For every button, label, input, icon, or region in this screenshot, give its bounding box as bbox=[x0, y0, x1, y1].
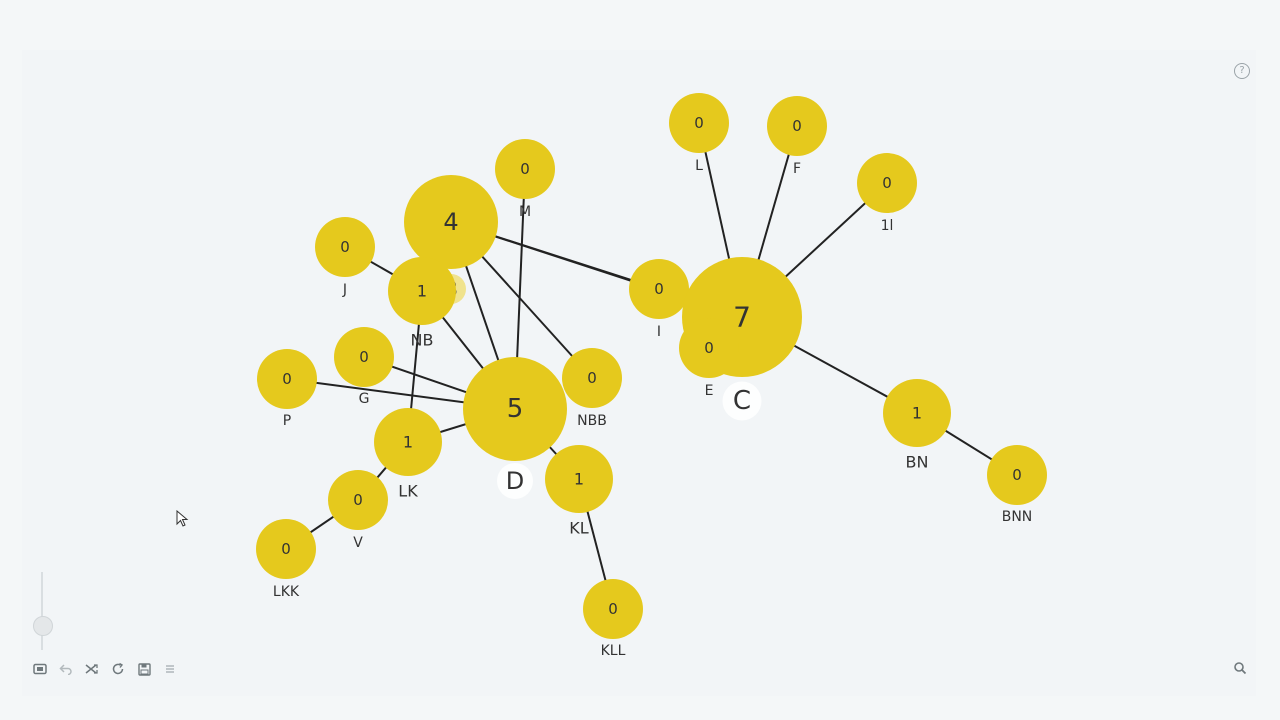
node-value: 5 bbox=[507, 394, 524, 424]
undo-icon[interactable] bbox=[58, 660, 74, 678]
node-J[interactable]: 0J bbox=[315, 217, 375, 298]
node-value: 0 bbox=[792, 117, 802, 135]
node-label: KLL bbox=[601, 643, 626, 659]
node-value: 0 bbox=[694, 114, 704, 132]
node-label: V bbox=[353, 535, 363, 551]
node-label: LKK bbox=[273, 584, 300, 600]
node-label: BN bbox=[906, 453, 929, 472]
node-L[interactable]: 0L bbox=[669, 93, 729, 174]
node-label: I bbox=[657, 324, 661, 340]
node-label: E bbox=[705, 383, 714, 399]
node-BNN[interactable]: 0 BNN bbox=[987, 445, 1047, 525]
node-value: 0 bbox=[353, 491, 363, 509]
node-value: 0 bbox=[882, 174, 892, 192]
save-icon[interactable] bbox=[136, 660, 152, 678]
fit-screen-icon[interactable] bbox=[32, 660, 48, 678]
node-value: 0 bbox=[608, 600, 618, 618]
node-LKK[interactable]: 0 LKK bbox=[256, 519, 316, 600]
node-BN[interactable]: 1 BN bbox=[883, 379, 951, 472]
node-value: 0 bbox=[704, 339, 714, 357]
node-1l[interactable]: 0 1l bbox=[857, 153, 917, 234]
node-KLL[interactable]: 0 KLL bbox=[583, 579, 643, 659]
node-label: F bbox=[793, 161, 801, 177]
node-label: L bbox=[695, 158, 703, 174]
node-label: J bbox=[342, 282, 347, 298]
zoom-slider[interactable] bbox=[33, 572, 53, 652]
node-KL[interactable]: 1 KL bbox=[545, 445, 613, 538]
node-label: C bbox=[733, 386, 751, 416]
node-label: 1l bbox=[881, 218, 894, 234]
node-V[interactable]: 0V bbox=[328, 470, 388, 551]
shuffle-icon[interactable] bbox=[84, 660, 100, 678]
node-value: 0 bbox=[587, 369, 597, 387]
node-label: P bbox=[283, 413, 291, 429]
node-label: M bbox=[519, 204, 531, 220]
node-value: 0 bbox=[282, 370, 292, 388]
node-value: 4 bbox=[443, 208, 458, 236]
list-icon[interactable] bbox=[162, 660, 178, 678]
node-value: 0 bbox=[281, 540, 291, 558]
node-M[interactable]: 0M bbox=[495, 139, 555, 220]
node-label: LK bbox=[398, 482, 418, 501]
node-G[interactable]: 0G bbox=[334, 327, 394, 407]
zoom-track bbox=[41, 572, 43, 650]
node-value: 7 bbox=[733, 301, 751, 334]
node-value: 1 bbox=[912, 404, 922, 423]
node-label: NBB bbox=[577, 413, 607, 429]
node-value: 1 bbox=[417, 282, 427, 301]
help-button[interactable]: ? bbox=[1234, 63, 1250, 79]
node-NB[interactable]: 1 NB bbox=[388, 257, 456, 350]
refresh-icon[interactable] bbox=[110, 660, 126, 678]
node-label: BNN bbox=[1002, 509, 1033, 525]
node-label: NB bbox=[411, 331, 434, 350]
node-value: 0 bbox=[359, 348, 369, 366]
app-frame: 4B5D0J0M1NB0G0P0NBB1LK0V0LKK1KL0KLL0I7C0… bbox=[0, 0, 1280, 720]
node-value: 0 bbox=[340, 238, 350, 256]
node-I[interactable]: 0I bbox=[629, 259, 689, 340]
node-P[interactable]: 0P bbox=[257, 349, 317, 429]
node-value: 1 bbox=[574, 470, 584, 489]
node-label: KL bbox=[569, 519, 588, 538]
node-value: 0 bbox=[1012, 466, 1022, 484]
node-value: 0 bbox=[654, 280, 664, 298]
mouse-cursor-icon bbox=[176, 509, 190, 528]
magnifier-icon[interactable] bbox=[1233, 660, 1251, 678]
node-value: 1 bbox=[403, 433, 413, 452]
zoom-thumb[interactable] bbox=[33, 616, 53, 636]
node-value: 0 bbox=[520, 160, 530, 178]
node-F[interactable]: 0F bbox=[767, 96, 827, 177]
node-label: G bbox=[359, 391, 370, 407]
network-graph[interactable]: 4B5D0J0M1NB0G0P0NBB1LK0V0LKK1KL0KLL0I7C0… bbox=[0, 0, 1280, 720]
bottom-toolbar bbox=[32, 660, 178, 678]
node-label: D bbox=[506, 467, 524, 495]
node-NBB[interactable]: 0 NBB bbox=[562, 348, 622, 429]
nodes-layer: 4B5D0J0M1NB0G0P0NBB1LK0V0LKK1KL0KLL0I7C0… bbox=[256, 93, 1047, 659]
